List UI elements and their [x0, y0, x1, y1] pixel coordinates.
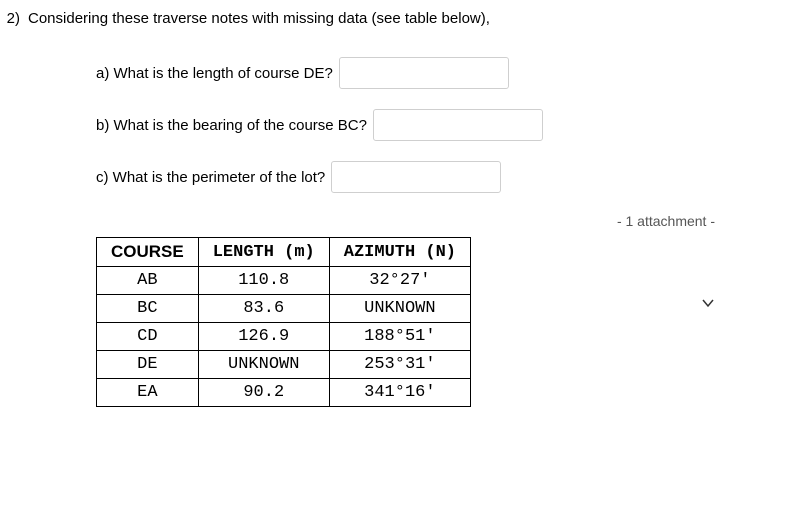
cell-azimuth: 341°16'	[329, 379, 470, 407]
col-length: LENGTH (m)	[198, 238, 329, 267]
cell-course: AB	[97, 267, 199, 295]
cell-azimuth: 188°51'	[329, 323, 470, 351]
cell-length: 110.8	[198, 267, 329, 295]
table-row: DE UNKNOWN 253°31'	[97, 351, 471, 379]
question-prompt: Considering these traverse notes with mi…	[28, 10, 787, 27]
question-number: 2)	[0, 10, 28, 27]
question-row: 2) Considering these traverse notes with…	[0, 10, 787, 27]
cell-azimuth: 253°31'	[329, 351, 470, 379]
cell-course: DE	[97, 351, 199, 379]
table-row: AB 110.8 32°27'	[97, 267, 471, 295]
sub-question-a: a) What is the length of course DE?	[96, 57, 787, 89]
input-perimeter[interactable]	[331, 161, 501, 193]
col-azimuth: AZIMUTH (N)	[329, 238, 470, 267]
col-course: COURSE	[97, 238, 199, 267]
input-bearing-bc[interactable]	[373, 109, 543, 141]
cell-course: BC	[97, 295, 199, 323]
table-row: BC 83.6 UNKNOWN	[97, 295, 471, 323]
sub-question-b: b) What is the bearing of the course BC?	[96, 109, 787, 141]
cell-azimuth: UNKNOWN	[329, 295, 470, 323]
cell-azimuth: 32°27'	[329, 267, 470, 295]
attachment-label: - 1 attachment -	[0, 213, 787, 229]
cell-length: 126.9	[198, 323, 329, 351]
sub-b-label: b) What is the bearing of the course BC?	[96, 117, 367, 134]
table-row: CD 126.9 188°51'	[97, 323, 471, 351]
cell-course: EA	[97, 379, 199, 407]
cell-length: UNKNOWN	[198, 351, 329, 379]
cell-length: 90.2	[198, 379, 329, 407]
sub-question-c: c) What is the perimeter of the lot?	[96, 161, 787, 193]
sub-a-label: a) What is the length of course DE?	[96, 65, 333, 82]
table-row: EA 90.2 341°16'	[97, 379, 471, 407]
sub-c-label: c) What is the perimeter of the lot?	[96, 169, 325, 186]
cell-course: CD	[97, 323, 199, 351]
chevron-down-icon[interactable]	[701, 296, 715, 313]
traverse-table: COURSE LENGTH (m) AZIMUTH (N) AB 110.8 3…	[96, 237, 471, 407]
cell-length: 83.6	[198, 295, 329, 323]
input-length-de[interactable]	[339, 57, 509, 89]
table-header-row: COURSE LENGTH (m) AZIMUTH (N)	[97, 238, 471, 267]
